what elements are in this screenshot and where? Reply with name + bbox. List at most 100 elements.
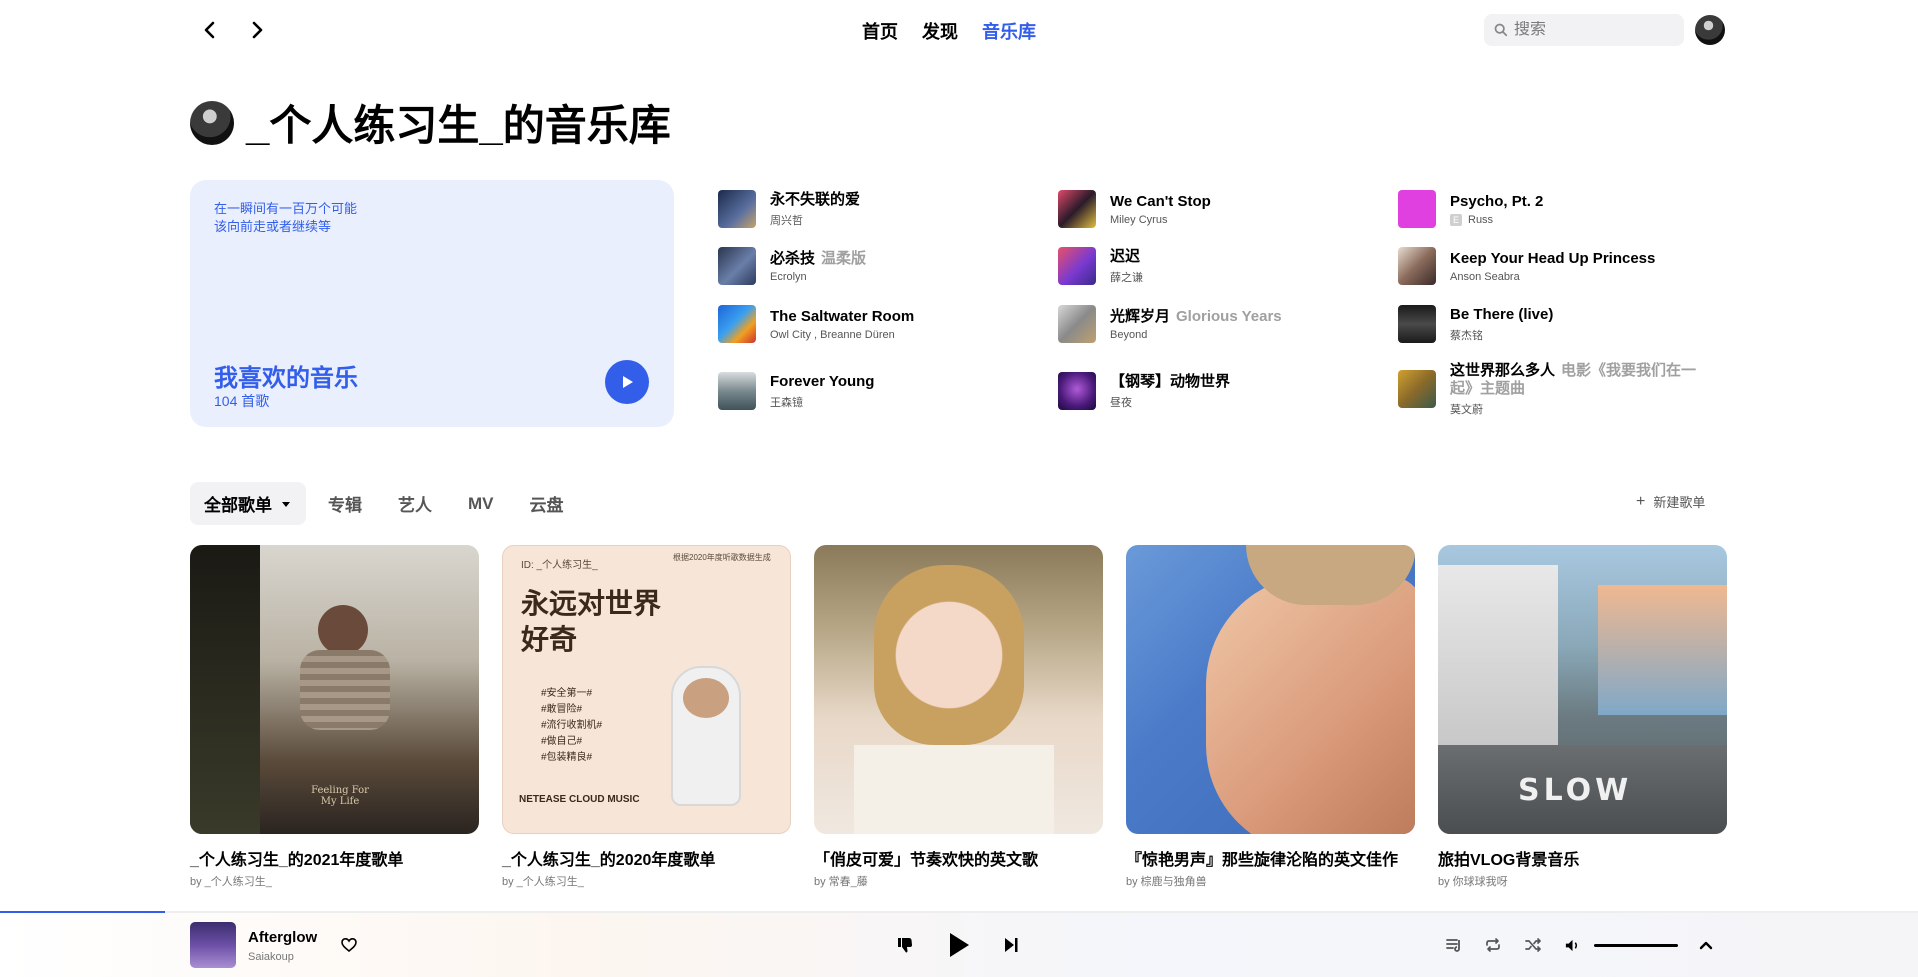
song-cover <box>718 247 756 285</box>
chevron-up-icon <box>1699 941 1713 950</box>
tab-albums[interactable]: 专辑 <box>314 482 376 525</box>
lyric-line: 该向前走或者继续等 <box>214 219 332 234</box>
shuffle-button[interactable] <box>1524 936 1542 954</box>
song-artist: 王森镱 <box>770 396 803 409</box>
top-bar: 首页 发现 音乐库 <box>0 0 1918 60</box>
song-artist: Beyond <box>1110 328 1148 341</box>
play-liked-button[interactable] <box>605 360 649 404</box>
tab-mv[interactable]: MV <box>454 485 508 523</box>
now-playing-artist[interactable]: Saiakoup <box>248 951 294 963</box>
song-title: 这世界那么多人 电影《我要我们在一起》主题曲 <box>1450 362 1697 397</box>
cover-shadow <box>190 545 260 834</box>
playlist-title[interactable]: 『惊艳男声』那些旋律沦陷的英文佳作 <box>1126 846 1415 870</box>
playlist-cover[interactable] <box>814 545 1103 834</box>
playlist-title[interactable]: _个人练习生_的2020年度歌单 <box>502 846 791 870</box>
playlist-cover[interactable] <box>1126 545 1415 834</box>
tab-artists[interactable]: 艺人 <box>384 482 446 525</box>
cover-building <box>1598 585 1727 715</box>
now-playing-cover[interactable] <box>190 922 236 968</box>
song-cover <box>1398 247 1436 285</box>
cover-text: NETEASE CLOUD MUSIC <box>519 794 640 805</box>
playlist-card[interactable]: 『惊艳男声』那些旋律沦陷的英文佳作 by 棕鹿与独角兽 <box>1126 545 1415 889</box>
song-cover <box>1398 370 1436 408</box>
user-avatar[interactable] <box>1695 15 1725 45</box>
playlist-cover[interactable]: SLOW <box>1438 545 1727 834</box>
playlist-card[interactable]: Feeling For My Life _个人练习生_的2021年度歌单 by _… <box>190 545 479 889</box>
playlist-author[interactable]: by _个人练习生_ <box>502 873 791 889</box>
song-item[interactable]: 必杀技 温柔版 Ecrolyn <box>718 241 1038 291</box>
dislike-button[interactable] <box>896 936 914 954</box>
library-avatar <box>190 100 234 145</box>
library-header: _个人练习生_的音乐库 <box>190 92 671 153</box>
playlist-cover[interactable]: Feeling For My Life <box>190 545 479 834</box>
repeat-icon <box>1486 938 1500 952</box>
song-cover <box>1398 305 1436 343</box>
astronaut-face <box>683 678 729 718</box>
volume-slider[interactable] <box>1594 944 1678 947</box>
nav-discover[interactable]: 发现 <box>910 18 970 44</box>
tab-all-playlists[interactable]: 全部歌单 <box>190 482 306 525</box>
next-icon <box>1005 938 1018 952</box>
tab-cloud[interactable]: 云盘 <box>516 482 578 525</box>
cover-face <box>1206 575 1415 834</box>
now-playing-title[interactable]: Afterglow <box>248 929 317 946</box>
playlist-title[interactable]: 旅拍VLOG背景音乐 <box>1438 846 1727 870</box>
song-cover <box>1058 372 1096 410</box>
nav-home[interactable]: 首页 <box>850 18 910 44</box>
song-title: 【钢琴】动物世界 <box>1110 372 1231 390</box>
song-item[interactable]: 光辉岁月 Glorious Years Beyond <box>1058 299 1378 349</box>
playlist-author[interactable]: by 棕鹿与独角兽 <box>1126 873 1415 889</box>
playlist-author[interactable]: by 常春_藤 <box>814 873 1103 889</box>
song-cover <box>718 190 756 228</box>
playlist-queue-button[interactable] <box>1445 936 1463 954</box>
song-item[interactable]: The Saltwater Room Owl City , Breanne Dür… <box>718 299 1038 349</box>
like-button[interactable] <box>340 936 358 954</box>
song-item[interactable]: 迟迟 薛之谦 <box>1058 241 1378 291</box>
repeat-button[interactable] <box>1484 936 1502 954</box>
playlist-title[interactable]: _个人练习生_的2021年度歌单 <box>190 846 479 870</box>
play-icon <box>623 376 633 388</box>
cover-figure <box>318 605 368 655</box>
search-input[interactable] <box>1514 21 1674 39</box>
back-button[interactable] <box>194 14 226 46</box>
playlist-title[interactable]: 「俏皮可爱」节奏欢快的英文歌 <box>814 846 1103 870</box>
song-artist: Ecrolyn <box>770 270 807 283</box>
player-bar: Afterglow Saiakoup <box>0 913 1918 977</box>
search-box[interactable] <box>1484 14 1684 46</box>
playlist-card[interactable]: SLOW 旅拍VLOG背景音乐 by 你球球我呀 <box>1438 545 1727 889</box>
song-cover <box>1398 190 1436 228</box>
volume-icon <box>1565 939 1578 952</box>
chevron-left-icon <box>204 21 215 39</box>
song-title: 光辉岁月 Glorious Years <box>1110 307 1282 325</box>
song-item[interactable]: Psycho, Pt. 2 E Russ <box>1398 184 1718 234</box>
song-item[interactable]: 这世界那么多人 电影《我要我们在一起》主题曲 莫文蔚 <box>1398 362 1718 420</box>
cover-body <box>854 745 1054 834</box>
song-item[interactable]: Keep Your Head Up Princess Anson Seabra <box>1398 241 1718 291</box>
caret-down-icon <box>282 501 290 507</box>
song-item[interactable]: 【钢琴】动物世界 昼夜 <box>1058 366 1378 416</box>
playlist-cover[interactable]: ID: _个人练习生_ 根据2020年度听歌数据生成 永远对世界好奇 #安全第一… <box>502 545 791 834</box>
cover-text: 根据2020年度听歌数据生成 <box>673 553 771 562</box>
cover-text: ID: _个人练习生_ <box>521 560 598 571</box>
song-item[interactable]: Be There (live) 蔡杰铭 <box>1398 299 1718 349</box>
next-button[interactable] <box>1003 936 1019 954</box>
song-artist: 蔡杰铭 <box>1450 329 1483 342</box>
new-playlist-label: 新建歌单 <box>1653 495 1706 510</box>
song-item[interactable]: We Can't Stop Miley Cyrus <box>1058 184 1378 234</box>
chevron-right-icon <box>252 21 263 39</box>
song-item[interactable]: Forever Young 王森镱 <box>718 366 1038 416</box>
playlist-author[interactable]: by 你球球我呀 <box>1438 873 1727 889</box>
nav-library[interactable]: 音乐库 <box>970 18 1048 44</box>
play-button[interactable] <box>946 931 972 959</box>
expand-lyrics-button[interactable] <box>1698 937 1714 953</box>
playlist-author[interactable]: by _个人练习生_ <box>190 873 479 889</box>
heart-icon <box>341 937 357 953</box>
volume-button[interactable] <box>1564 937 1581 954</box>
new-playlist-button[interactable]: + 新建歌单 <box>1636 492 1705 511</box>
shuffle-icon <box>1525 938 1541 952</box>
liked-songs-card[interactable]: 在一瞬间有一百万个可能 该向前走或者继续等 我喜欢的音乐 104 首歌 <box>190 180 674 427</box>
playlist-card[interactable]: 「俏皮可爱」节奏欢快的英文歌 by 常春_藤 <box>814 545 1103 889</box>
forward-button[interactable] <box>241 14 273 46</box>
playlist-card[interactable]: ID: _个人练习生_ 根据2020年度听歌数据生成 永远对世界好奇 #安全第一… <box>502 545 791 889</box>
song-item[interactable]: 永不失联的爱 周兴哲 <box>718 184 1038 234</box>
